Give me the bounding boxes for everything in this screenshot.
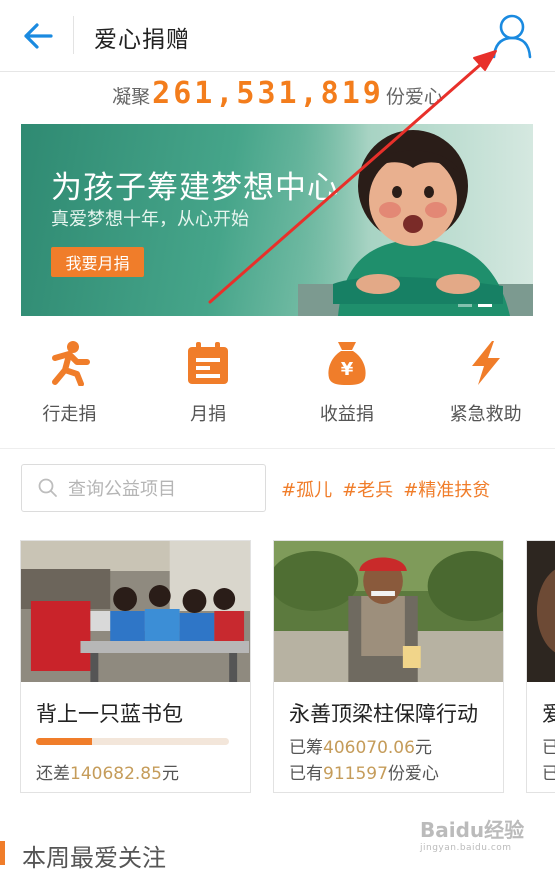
walking-person-icon: [44, 338, 94, 388]
raised-unit: 元: [414, 738, 432, 758]
section-divider: [0, 448, 555, 449]
project-title: 背上一只蓝书包: [36, 702, 183, 726]
counter-suffix: 份爱心: [385, 86, 443, 108]
category-earnings-donate[interactable]: ¥ 收益捐: [278, 338, 417, 434]
page-title: 爱心捐赠: [94, 27, 190, 53]
category-label: 紧急救助: [449, 404, 522, 425]
svg-text:¥: ¥: [341, 359, 354, 380]
lightning-icon: [461, 338, 511, 388]
search-icon: [38, 478, 57, 497]
project-card[interactable]: 背上一只蓝书包 还差140682.85元: [20, 540, 251, 793]
banner-subtitle: 真爱梦想十年，从心开始: [51, 209, 249, 230]
counter-prefix: 凝聚: [112, 86, 151, 108]
remaining-value: 140682.85: [70, 764, 162, 784]
tag-poverty[interactable]: #精准扶贫: [403, 476, 490, 502]
calendar-icon: [183, 338, 233, 388]
raised-value: 406070.06: [323, 738, 415, 758]
project-search-input[interactable]: 查询公益项目: [21, 464, 266, 512]
raised-label: 已筹: [289, 738, 323, 758]
category-grid: 行走捐 月捐 ¥ 收益捐 紧急救助: [0, 338, 555, 434]
donation-progress-fill: [36, 738, 92, 745]
watermark-url: jingyan.baidu.com: [420, 843, 512, 853]
hearts-unit: 份爱心: [387, 764, 439, 784]
section-title: 本周最爱关注: [22, 844, 166, 869]
classroom-photo: [21, 541, 250, 682]
hearts-label: 已有: [289, 764, 323, 784]
monthly-donate-button[interactable]: 我要月捐: [51, 247, 144, 277]
project-title: 爱: [542, 698, 555, 728]
tag-orphan[interactable]: #孤儿: [281, 476, 332, 502]
money-bag-icon: ¥: [322, 338, 372, 388]
raised-amount: 已筹406070.06元: [289, 733, 432, 758]
hot-tags: #孤儿 #老兵 #精准扶贫: [281, 476, 490, 502]
banner-child-photo: [298, 124, 533, 316]
hearts-count: 已有911597份爱心: [289, 759, 439, 784]
baidu-jingyan-watermark: Baidu经验 jingyan.baidu.com: [420, 814, 530, 858]
project-card[interactable]: 永善顶梁柱保障行动 已筹406070.06元 已有911597份爱心: [273, 540, 504, 793]
category-label: 行走捐: [42, 404, 97, 425]
watermark-brand: Baidu经验: [420, 818, 525, 842]
carousel-dot-active[interactable]: [478, 304, 492, 307]
user-icon: [492, 14, 532, 59]
project-line: 已: [542, 759, 555, 784]
project-card[interactable]: 爱 已 已: [526, 540, 555, 793]
carousel-indicator: [458, 304, 492, 307]
search-placeholder: 查询公益项目: [68, 479, 176, 500]
header-divider: [73, 16, 74, 54]
remaining-label: 还差: [36, 764, 70, 784]
user-profile-button[interactable]: [490, 12, 534, 60]
category-label: 收益捐: [319, 404, 374, 425]
farmer-photo: [274, 541, 503, 682]
promo-banner[interactable]: 为孩子筹建梦想中心 真爱梦想十年，从心开始 我要月捐: [21, 124, 533, 316]
back-button[interactable]: [18, 16, 58, 56]
category-walk-donate[interactable]: 行走捐: [0, 338, 139, 434]
tag-veteran[interactable]: #老兵: [342, 476, 393, 502]
carousel-dot[interactable]: [458, 304, 472, 307]
banner-title: 为孩子筹建梦想中心: [51, 170, 339, 206]
arrow-left-icon: [24, 23, 53, 49]
love-counter: 凝聚 261,531,819 份爱心: [0, 76, 555, 116]
remaining-amount: 还差140682.85元: [36, 759, 179, 784]
counter-number: 261,531,819: [152, 76, 384, 111]
category-monthly-donate[interactable]: 月捐: [139, 338, 278, 434]
hearts-value: 911597: [323, 764, 388, 784]
category-label: 月捐: [190, 404, 227, 425]
project-carousel[interactable]: 背上一只蓝书包 还差140682.85元 永善顶梁柱保障行动 已筹406070.…: [20, 540, 555, 793]
category-emergency-aid[interactable]: 紧急救助: [416, 338, 555, 434]
remaining-unit: 元: [161, 764, 179, 784]
donation-progress-bar: [36, 738, 229, 745]
project-title: 永善顶梁柱保障行动: [289, 702, 478, 726]
project-line: 已: [542, 733, 555, 758]
portrait-photo: [527, 541, 555, 682]
header-bar: 爱心捐赠: [0, 0, 555, 72]
section-accent-bar: [0, 841, 5, 865]
